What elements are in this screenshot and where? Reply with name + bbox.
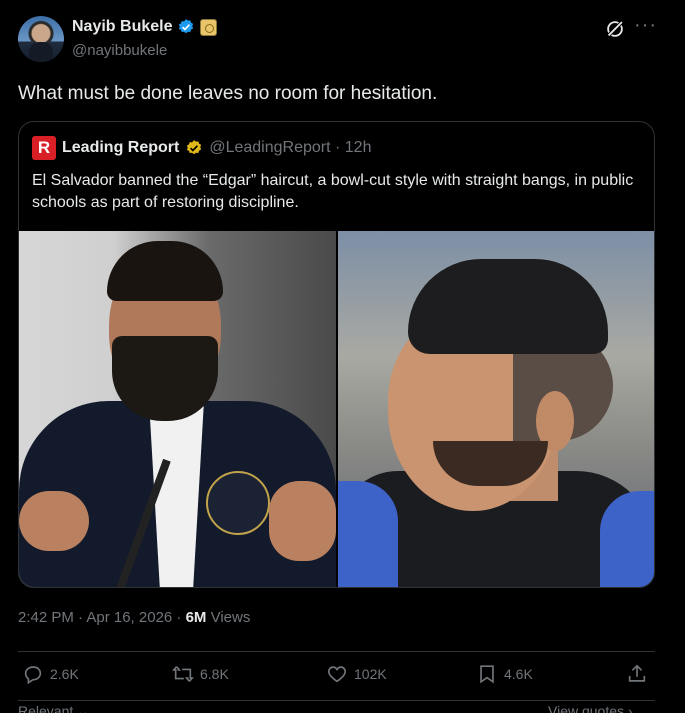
author-handle[interactable]: @nayibbukele [72, 42, 167, 59]
bookmark-icon [480, 665, 494, 684]
author-name[interactable]: Nayib Bukele [72, 18, 172, 36]
tweet: Nayib Bukele @nayibbukele ··· What must … [0, 0, 685, 713]
reply-icon [24, 666, 42, 685]
share-button[interactable] [626, 663, 648, 685]
chevron-down-icon: ⌄ [73, 703, 89, 713]
chevron-right-icon: › [624, 703, 633, 713]
tweet-meta: 2:42 PM · Apr 16, 2026 · 6M Views [18, 609, 250, 626]
repost-icon [172, 666, 194, 682]
reply-count: 2.6K [50, 666, 79, 682]
grok-icon[interactable] [604, 18, 626, 40]
timestamp[interactable]: 2:42 PM · Apr 16, 2026 · [18, 609, 186, 626]
quote-handle-time: @LeadingReport · 12h [209, 139, 372, 156]
like-count: 102K [354, 666, 387, 682]
photo-politician[interactable] [19, 231, 336, 587]
sort-dropdown[interactable]: Relevant ⌄ [18, 703, 89, 713]
quote-avatar[interactable]: R [32, 136, 56, 160]
quote-text: El Salvador banned the “Edgar” haircut, … [32, 172, 634, 211]
view-quotes-link[interactable]: View quotes › [548, 703, 633, 713]
affiliation-badge-icon [200, 18, 218, 36]
quote-media[interactable] [19, 231, 654, 587]
quote-header: R Leading Report @LeadingReport · 12h [32, 136, 371, 160]
reply-button[interactable]: 2.6K [22, 663, 79, 685]
view-quotes-label: View quotes [548, 703, 625, 713]
tweet-text: What must be done leaves no room for hes… [18, 83, 438, 104]
views-label: Views [206, 609, 251, 626]
divider [18, 700, 655, 701]
author-avatar[interactable] [18, 16, 64, 62]
share-icon [628, 664, 646, 682]
quoted-tweet[interactable]: R Leading Report @LeadingReport · 12h El… [18, 121, 655, 588]
repost-count: 6.8K [200, 666, 229, 682]
bookmark-button[interactable]: 4.6K [476, 663, 533, 685]
heart-icon [327, 666, 347, 683]
like-button[interactable]: 102K [326, 663, 387, 685]
quote-author-name[interactable]: Leading Report [62, 139, 179, 157]
sort-label: Relevant [18, 703, 74, 713]
views-count: 6M [185, 609, 207, 626]
more-options-icon[interactable]: ··· [634, 15, 656, 40]
gold-verified-badge-icon [187, 140, 202, 155]
photo-haircut[interactable] [338, 231, 654, 587]
author-name-row: Nayib Bukele [72, 18, 218, 36]
action-bar: 2.6K 6.8K 102K 4.6K [18, 663, 655, 691]
bookmark-count: 4.6K [504, 666, 533, 682]
divider [18, 651, 655, 652]
verified-badge-icon [179, 19, 194, 34]
repost-button[interactable]: 6.8K [172, 663, 229, 685]
